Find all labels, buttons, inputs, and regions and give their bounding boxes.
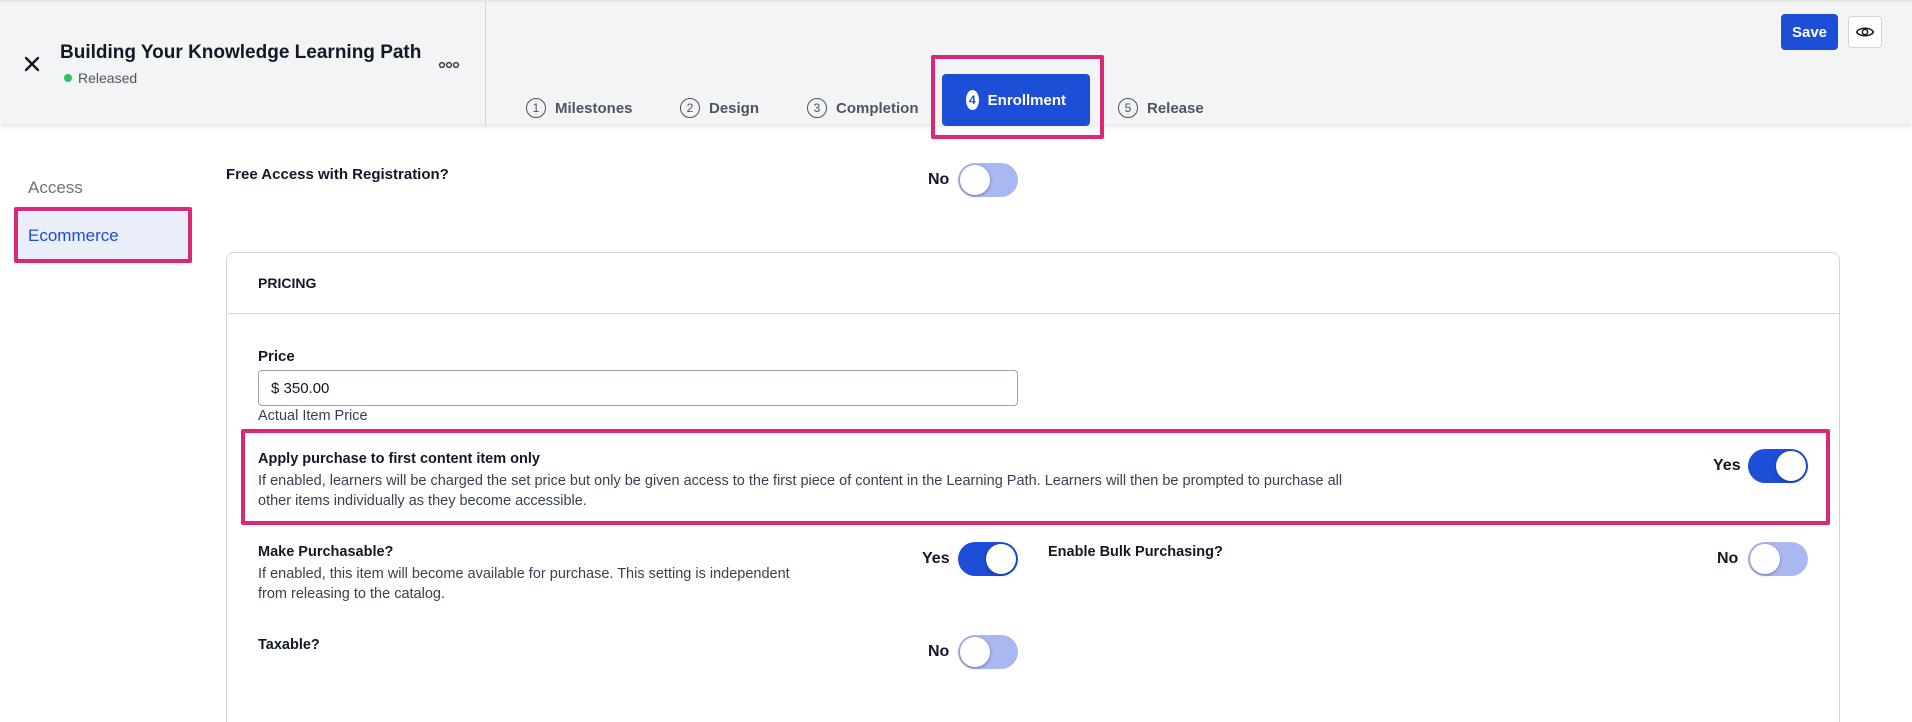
sidebar-item-ecommerce[interactable]: Ecommerce (18, 212, 188, 260)
toggle-knob (960, 637, 990, 667)
header-title-section: Building Your Knowledge Learning Path Re… (0, 2, 486, 126)
step-number: 1 (526, 98, 546, 118)
step-number: 3 (807, 98, 827, 118)
price-label: Price (258, 348, 295, 365)
step-label: Enrollment (987, 91, 1066, 109)
step-label: Completion (836, 99, 919, 117)
purchasable-toggle[interactable] (958, 542, 1018, 576)
step-tab-design[interactable]: 2 Design (680, 88, 759, 128)
step-number: 4 (966, 90, 979, 110)
free-access-toggle[interactable] (958, 163, 1018, 197)
apply-first-label: Apply purchase to first content item onl… (258, 451, 540, 467)
taxable-toggle[interactable] (958, 635, 1018, 669)
purchasable-value: Yes (922, 550, 950, 567)
more-options-icon[interactable] (438, 54, 460, 76)
purchasable-desc-line1: If enabled, this item will become availa… (258, 566, 790, 582)
step-tab-release[interactable]: 5 Release (1118, 88, 1204, 128)
preview-eye-icon[interactable] (1848, 16, 1882, 48)
save-button[interactable]: Save (1781, 14, 1838, 50)
status-text: Released (78, 70, 138, 86)
bulk-purchasing-label: Enable Bulk Purchasing? (1048, 544, 1223, 560)
step-tab-enrollment[interactable]: 4 Enrollment (942, 74, 1090, 126)
step-tab-completion[interactable]: 3 Completion (807, 88, 919, 128)
bulk-purchasing-value: No (1717, 550, 1739, 567)
toggle-knob (1776, 451, 1806, 481)
step-label: Release (1147, 99, 1204, 117)
step-label: Milestones (555, 99, 633, 117)
bulk-purchasing-toggle[interactable] (1748, 542, 1808, 576)
purchasable-desc-line2: from releasing to the catalog. (258, 586, 445, 602)
price-hint: Actual Item Price (258, 408, 368, 424)
free-access-label: Free Access with Registration? (226, 166, 449, 183)
purchasable-label: Make Purchasable? (258, 544, 394, 560)
status-badge: Released (64, 70, 137, 86)
taxable-value: No (928, 643, 950, 660)
toggle-knob (1750, 544, 1780, 574)
sidebar-item-access[interactable]: Access (28, 178, 83, 198)
page-header: Building Your Knowledge Learning Path Re… (0, 0, 1912, 126)
step-number: 5 (1118, 98, 1138, 118)
toggle-knob (960, 165, 990, 195)
toggle-knob (986, 544, 1016, 574)
status-dot-icon (64, 74, 72, 82)
apply-first-desc-line2: other items individually as they become … (258, 493, 587, 509)
pricing-heading: PRICING (258, 275, 317, 291)
page-title: Building Your Knowledge Learning Path (60, 42, 422, 63)
close-icon[interactable] (20, 52, 44, 76)
apply-first-desc-line1: If enabled, learners will be charged the… (258, 473, 1343, 489)
price-input[interactable] (258, 370, 1018, 406)
apply-first-value: Yes (1713, 457, 1741, 474)
step-number: 2 (680, 98, 700, 118)
card-divider (226, 313, 1840, 314)
taxable-label: Taxable? (258, 637, 320, 653)
step-tab-milestones[interactable]: 1 Milestones (526, 88, 633, 128)
step-label: Design (709, 99, 760, 117)
apply-first-toggle[interactable] (1748, 449, 1808, 483)
free-access-value: No (928, 171, 950, 188)
